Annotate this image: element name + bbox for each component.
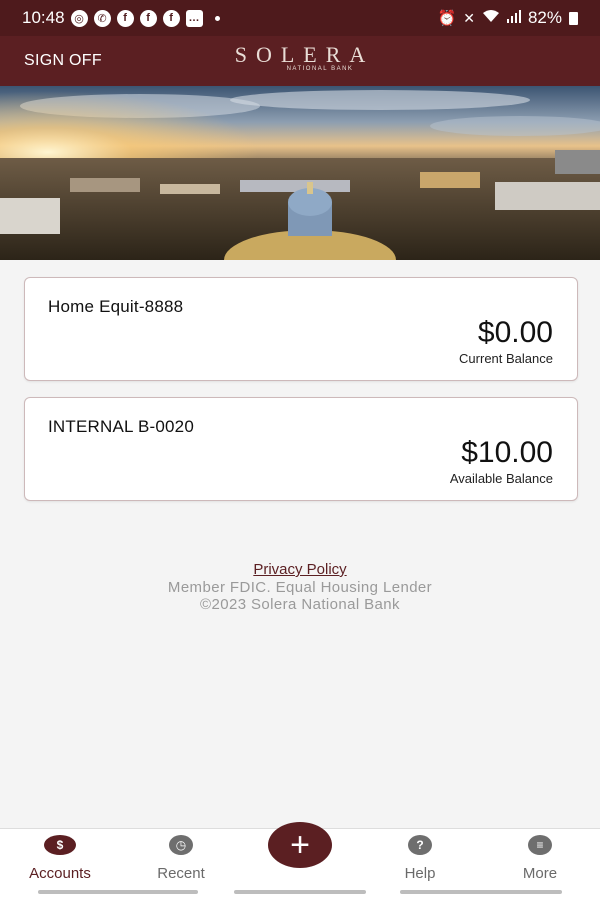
status-time: 10:48 bbox=[22, 8, 65, 27]
tab-label: Accounts bbox=[29, 865, 91, 882]
message-icon: … bbox=[185, 9, 203, 27]
account-balance: $0.00 bbox=[477, 316, 553, 349]
tab-help[interactable]: ? Help bbox=[365, 829, 475, 889]
gesture-bar-center bbox=[234, 890, 366, 894]
wifi-icon bbox=[482, 8, 500, 28]
logo-text: SOLERA bbox=[234, 42, 375, 67]
add-button[interactable]: + bbox=[268, 822, 332, 868]
member-fdic-text: Member FDIC. Equal Housing Lender bbox=[167, 579, 433, 596]
accounts-icon: $ bbox=[44, 835, 76, 855]
more-notifications-dot-icon bbox=[214, 15, 220, 21]
battery-icon bbox=[569, 11, 578, 25]
tab-recent[interactable]: ◷ Recent bbox=[126, 829, 236, 889]
status-bar: 10:48 ◎ ✆ f f f … ⏰ ✕ 82% bbox=[0, 0, 600, 36]
app-header: SIGN OFF SOLERA NATIONAL BANK bbox=[0, 36, 600, 86]
help-question-icon: ? bbox=[408, 835, 432, 855]
tab-label: Recent bbox=[157, 865, 205, 882]
battery-percent: 82% bbox=[527, 8, 562, 27]
whatsapp-icon: ✆ bbox=[93, 9, 111, 27]
privacy-policy-link[interactable]: Privacy Policy bbox=[253, 561, 346, 578]
account-name: INTERNAL B-0020 bbox=[48, 417, 194, 436]
tab-label: More bbox=[522, 865, 558, 882]
gesture-bar-left bbox=[38, 890, 198, 894]
tab-accounts[interactable]: $ Accounts bbox=[5, 829, 115, 889]
account-name: Home Equit-8888 bbox=[48, 297, 184, 316]
plus-icon: + bbox=[290, 826, 310, 864]
copyright-text: ©2023 Solera National Bank bbox=[200, 596, 400, 613]
account-card-internal[interactable]: INTERNAL B-0020 $10.00 Available Balance bbox=[24, 397, 578, 501]
facebook-icon: f bbox=[139, 9, 157, 27]
account-card-home-equity[interactable]: Home Equit-8888 $0.00 Current Balance bbox=[24, 277, 578, 381]
hero-city-image bbox=[0, 86, 600, 260]
recent-clock-icon: ◷ bbox=[169, 835, 193, 855]
gesture-bar-right bbox=[400, 890, 562, 894]
facebook-icon: f bbox=[116, 9, 134, 27]
balance-label: Current Balance bbox=[459, 351, 553, 366]
account-balance: $10.00 bbox=[461, 436, 553, 469]
facebook-icon: f bbox=[162, 9, 180, 27]
notification-app-icon: ◎ bbox=[70, 9, 88, 27]
balance-label: Available Balance bbox=[449, 471, 553, 486]
more-menu-icon: ≡ bbox=[528, 835, 552, 855]
logo-subtext: NATIONAL BANK bbox=[286, 66, 354, 72]
mute-icon: ✕ bbox=[463, 9, 475, 26]
solera-logo: SOLERA NATIONAL BANK bbox=[0, 42, 600, 72]
signal-icon bbox=[506, 8, 521, 28]
footer: Privacy Policy Member FDIC. Equal Housin… bbox=[0, 561, 600, 613]
alarm-icon: ⏰ bbox=[437, 10, 457, 27]
tab-label: Help bbox=[404, 865, 436, 882]
tab-more[interactable]: ≡ More bbox=[485, 829, 595, 889]
